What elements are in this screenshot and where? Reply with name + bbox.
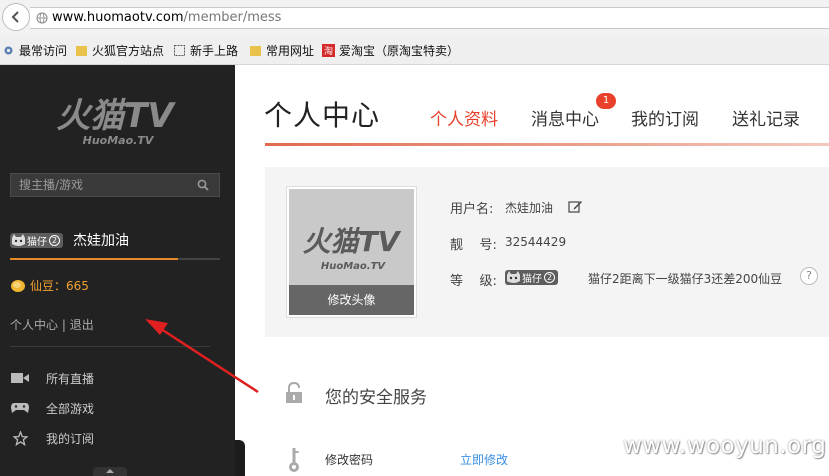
level-badge-text: 猫仔 [522,274,542,285]
profile-level-badge: 猫仔 2 [505,270,558,285]
level-badge: 猫仔 2 [10,232,63,248]
sidebar-item-all-live[interactable]: 所有直播 [10,369,94,387]
bookmark-newbie[interactable]: 新手上路 [173,43,238,59]
page-icon [174,45,185,56]
level-progress-text: 猫仔2距离下一级猫仔3还差200仙豆 [588,272,783,286]
url-host: www.huomaotv.com [52,10,184,25]
huomao-logo[interactable]: 火猫TV HuoMao.TV [40,91,190,153]
level-number: 2 [544,272,555,283]
video-icon [10,370,30,386]
taobao-icon: 淘 [322,44,335,57]
bookmark-label: 新手上路 [190,44,239,58]
username-label: 用户名: [450,202,494,217]
bookmark-most-visited[interactable]: 最常访问 [2,43,67,59]
svg-text:淘: 淘 [324,45,333,57]
bookmark-aitaobao[interactable]: 淘爱淘宝（原淘宝特卖） [322,43,459,59]
avatar-logo: 火猫TV HuoMao.TV [303,225,402,272]
bookmark-label: 常用网址 [266,44,315,58]
gamepad-icon [10,400,30,416]
username-value: 杰娃加油 [505,201,554,215]
globe-icon [36,12,48,23]
lock-icon [286,382,302,403]
watermark: www.wooyun.org [623,433,827,459]
logout-link[interactable]: 退出 [70,318,94,332]
tab-profile[interactable]: 个人资料 [430,105,498,130]
browser-toolbar: www.huomaotv.com/member/mess [0,0,829,37]
help-icon[interactable]: ? [800,267,818,285]
edit-icon[interactable] [568,199,583,214]
id-label: 靓 号: [450,238,497,253]
nav-label: 我的订阅 [46,431,95,446]
avatar-logo-text: 火猫TV [303,225,402,258]
back-arrow-icon [11,11,19,23]
address-bar[interactable]: www.huomaotv.com/member/mess [30,7,829,29]
page-title: 个人中心 [264,99,381,132]
gear-icon [4,46,13,55]
level-number: 2 [49,234,60,246]
star-icon [10,430,30,446]
back-button[interactable] [2,3,30,31]
bookmark-label: 火狐官方站点 [92,44,165,58]
url-path: /member/mess [183,10,282,25]
bookmark-common-sites[interactable]: 常用网址 [249,43,314,59]
folder-icon [250,46,261,56]
coins-balance: 仙豆：665 [10,277,89,294]
sidebar-divider [10,346,210,347]
message-count-badge: 1 [596,93,616,109]
security-section-title: 您的安全服务 [325,388,427,408]
bookmark-label: 最常访问 [19,44,68,58]
sidebar-collapse-button[interactable] [93,467,127,476]
bookmarks-bar: 最常访问 火狐官方站点 新手上路 常用网址 淘爱淘宝（原淘宝特卖） [0,37,829,65]
sidebar-item-all-games[interactable]: 全部游戏 [10,399,94,417]
cat-face-icon [505,270,522,285]
sidebar-edge [235,440,245,476]
bookmark-firefox-site[interactable]: 火狐官方站点 [75,43,164,59]
coin-icon [11,279,25,292]
title-underline [265,143,829,146]
avatar: 火猫TV HuoMao.TV 修改头像 [286,186,417,318]
personal-center-link[interactable]: 个人中心 [10,318,58,332]
tab-subscriptions[interactable]: 我的订阅 [631,105,699,130]
sidebar-item-subscriptions[interactable]: 我的订阅 [10,429,94,447]
tab-messages[interactable]: 消息中心 [531,105,599,130]
logo-text: 火猫TV [56,96,176,136]
id-value: 32544429 [505,235,567,249]
link-separator: | [61,318,66,332]
level-badge-text: 猫仔 [27,236,47,248]
key-icon [289,448,299,472]
tab-gift-records[interactable]: 送礼记录 [732,105,800,130]
level-label: 等 级: [450,274,497,289]
change-password-link[interactable]: 立即修改 [460,451,508,468]
coins-text: 仙豆：665 [30,279,89,293]
folder-icon [76,46,87,56]
change-avatar-button[interactable]: 修改头像 [289,285,414,315]
search-input[interactable] [11,174,191,196]
nav-label: 所有直播 [46,371,95,386]
account-links: 个人中心 | 退出 [10,316,94,333]
nav-label: 全部游戏 [46,401,95,416]
search-icon[interactable] [197,179,209,191]
avatar-logo-subtext: HuoMao.TV [321,261,387,272]
bookmark-label: 爱淘宝（原淘宝特卖） [339,44,460,58]
change-password-label: 修改密码 [325,453,374,467]
logo-subtext: HuoMao.TV [83,134,155,147]
search-box [10,173,220,197]
cat-face-icon [10,233,27,248]
user-row: 猫仔 2 杰娃加油 [10,231,129,249]
sidebar-username[interactable]: 杰娃加油 [73,230,129,250]
username-underline [10,258,220,260]
